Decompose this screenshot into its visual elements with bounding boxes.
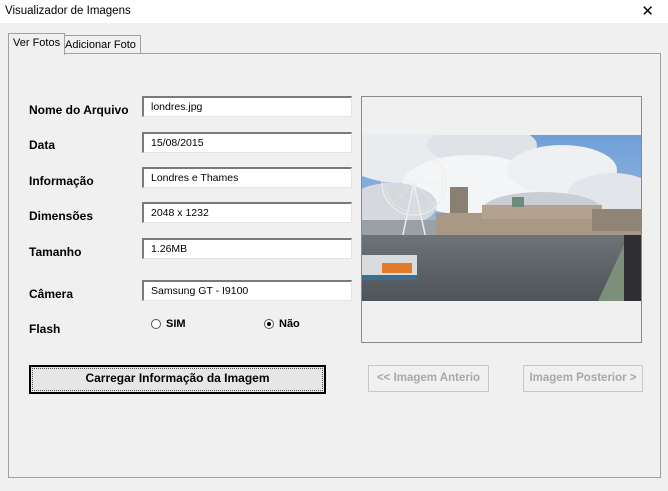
camera-label: Câmera: [29, 287, 74, 301]
dimensions-field[interactable]: 2048 x 1232: [142, 202, 352, 223]
flash-radio-nao-label: Não: [279, 318, 300, 330]
file-name-field[interactable]: londres.jpg: [142, 96, 352, 117]
load-image-info-button[interactable]: Carregar Informação da Imagem: [29, 365, 326, 394]
london-eye-photo: [362, 135, 641, 301]
tab-panel-ver-fotos: Nome do Arquivo londres.jpg Data 15/08/2…: [8, 53, 661, 478]
info-label: Informação: [29, 174, 94, 188]
dimensions-label: Dimensões: [29, 209, 94, 223]
flash-radio-nao[interactable]: Não: [264, 318, 300, 330]
radio-on-icon: [264, 319, 274, 329]
flash-radio-sim-label: SIM: [166, 318, 186, 330]
size-field[interactable]: 1.26MB: [142, 238, 352, 259]
image-preview-frame: [361, 96, 642, 343]
close-icon[interactable]: ✕: [641, 2, 654, 20]
window-title: Visualizador de Imagens: [5, 5, 131, 17]
date-field[interactable]: 15/08/2015: [142, 132, 352, 153]
camera-field[interactable]: Samsung GT - I9100: [142, 280, 352, 301]
flash-radio-sim[interactable]: SIM: [151, 318, 186, 330]
tab-adicionar-foto[interactable]: Adicionar Foto: [60, 35, 141, 54]
radio-off-icon: [151, 319, 161, 329]
date-label: Data: [29, 138, 56, 152]
file-name-label: Nome do Arquivo: [29, 103, 129, 117]
previous-image-button[interactable]: << Imagem Anterio: [368, 365, 489, 392]
flash-label: Flash: [29, 322, 61, 336]
info-field[interactable]: Londres e Thames: [142, 167, 352, 188]
title-bar: Visualizador de Imagens ✕: [0, 0, 668, 23]
next-image-button[interactable]: Imagem Posterior >: [523, 365, 643, 392]
tab-ver-fotos[interactable]: Ver Fotos: [8, 33, 66, 55]
size-label: Tamanho: [29, 245, 82, 259]
